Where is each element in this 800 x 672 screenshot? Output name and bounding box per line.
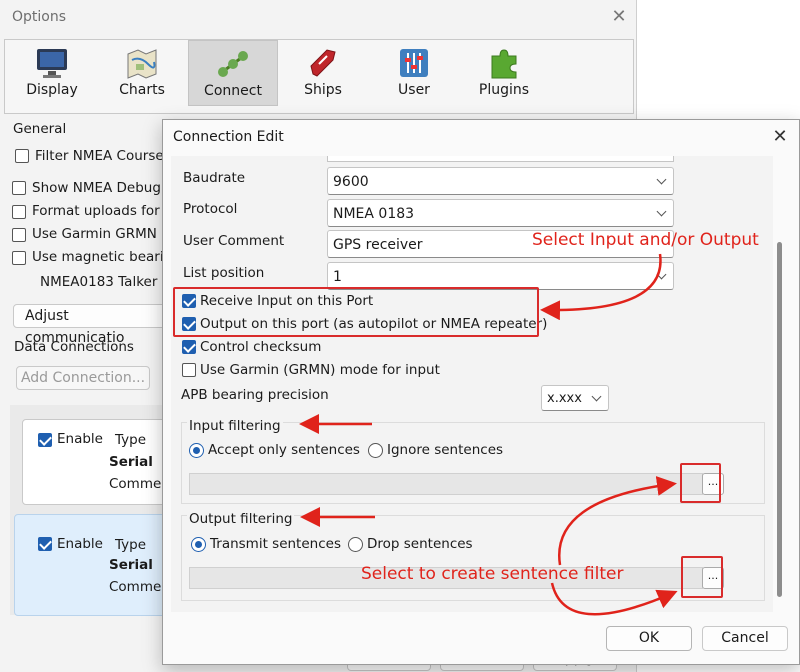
dialog-title: Connection Edit bbox=[173, 129, 284, 145]
list-position-label: List position bbox=[183, 265, 265, 281]
toolbar-plugins[interactable]: Plugins bbox=[459, 40, 549, 106]
options-close-icon[interactable]: ✕ bbox=[606, 4, 632, 30]
ignore-sentences-radio[interactable] bbox=[368, 443, 383, 458]
show-nmea-debug-checkbox[interactable] bbox=[12, 181, 26, 195]
user-comment-label: User Comment bbox=[183, 233, 285, 249]
card-enable-label: Enable bbox=[57, 431, 103, 447]
toolbar-display[interactable]: Display bbox=[7, 40, 97, 106]
filter-nmea-checkbox[interactable] bbox=[15, 149, 29, 163]
use-garmin-checkbox[interactable] bbox=[12, 228, 26, 242]
toolbar-charts[interactable]: Charts bbox=[97, 40, 187, 106]
select-io-annotation: Select Input and/or Output bbox=[532, 230, 759, 250]
connection-card-selected[interactable]: Enable Type Serial Comme bbox=[14, 514, 172, 616]
toolbar-label: Plugins bbox=[478, 82, 530, 98]
card-comment: Comme bbox=[109, 579, 162, 595]
cut-off-field bbox=[327, 156, 674, 162]
use-garmin-mode-checkbox[interactable] bbox=[182, 363, 196, 377]
add-connection-button[interactable]: Add Connection... bbox=[16, 366, 150, 390]
card-enable-label: Enable bbox=[57, 536, 103, 552]
apb-precision-label: APB bearing precision bbox=[181, 387, 329, 403]
chevron-down-icon bbox=[656, 269, 667, 280]
ignore-sentences-label: Ignore sentences bbox=[387, 442, 504, 458]
baudrate-value: 9600 bbox=[333, 174, 369, 190]
card-type-label: Type bbox=[115, 537, 147, 553]
drop-sentences-label: Drop sentences bbox=[367, 536, 473, 552]
ship-icon bbox=[310, 49, 336, 77]
talker-id-label: NMEA0183 Talker II bbox=[40, 274, 170, 290]
card-type-value: Serial bbox=[109, 557, 153, 573]
chevron-down-icon bbox=[591, 391, 602, 402]
toolbar-label: User bbox=[398, 82, 430, 98]
format-uploads-label: Format uploads for F bbox=[32, 203, 172, 219]
apb-precision-value: x.xxx bbox=[547, 391, 582, 406]
input-filter-highlight-box bbox=[680, 463, 721, 503]
input-filtering-heading: Input filtering bbox=[187, 418, 283, 434]
drop-sentences-radio[interactable] bbox=[348, 537, 363, 552]
puzzle-icon bbox=[491, 49, 517, 79]
transmit-sentences-label: Transmit sentences bbox=[210, 536, 341, 552]
dialog-ok-button[interactable]: OK bbox=[606, 626, 692, 651]
charts-icon bbox=[127, 49, 157, 79]
output-filter-highlight-box bbox=[681, 556, 723, 598]
select-filter-annotation: Select to create sentence filter bbox=[361, 564, 624, 584]
monitor-icon bbox=[37, 49, 67, 78]
baudrate-label: Baudrate bbox=[183, 170, 246, 186]
apb-precision-select[interactable]: x.xxx bbox=[541, 385, 609, 411]
dialog-scroll-area: Baudrate 9600 Protocol NMEA 0183 User Co… bbox=[171, 156, 773, 612]
use-magnetic-label: Use magnetic bearin bbox=[32, 249, 173, 265]
list-position-value: 1 bbox=[333, 269, 342, 285]
dialog-scrollbar[interactable] bbox=[775, 160, 785, 608]
user-settings-icon bbox=[400, 49, 428, 77]
input-filtering-group: Input filtering Accept only sentences Ig… bbox=[181, 418, 765, 504]
toolbar-label: Ships bbox=[304, 82, 342, 98]
accept-only-radio[interactable] bbox=[189, 443, 204, 458]
toolbar-label: Display bbox=[26, 82, 78, 98]
output-filtering-group: Output filtering Transmit sentences Drop… bbox=[181, 511, 765, 601]
general-heading: General bbox=[13, 121, 67, 137]
card-type-label: Type bbox=[115, 432, 147, 448]
card-comment: Commer bbox=[109, 476, 167, 492]
toolbar-label: Connect bbox=[204, 83, 262, 99]
user-comment-value: GPS receiver bbox=[333, 237, 423, 253]
use-garmin-mode-label: Use Garmin (GRMN) mode for input bbox=[200, 362, 440, 378]
show-nmea-debug-label: Show NMEA Debug bbox=[32, 180, 161, 196]
control-checksum-label: Control checksum bbox=[200, 339, 322, 355]
transmit-sentences-radio[interactable] bbox=[191, 537, 206, 552]
card-enable-checkbox[interactable] bbox=[38, 537, 52, 551]
io-highlight-box bbox=[173, 287, 539, 337]
chevron-down-icon bbox=[656, 174, 667, 185]
card-enable-checkbox[interactable] bbox=[38, 433, 52, 447]
chevron-down-icon bbox=[656, 206, 667, 217]
output-filtering-heading: Output filtering bbox=[187, 511, 295, 527]
baudrate-select[interactable]: 9600 bbox=[327, 167, 674, 195]
protocol-select[interactable]: NMEA 0183 bbox=[327, 199, 674, 227]
toolbar-label: Charts bbox=[119, 82, 165, 98]
dialog-close-icon[interactable]: ✕ bbox=[767, 124, 793, 150]
connection-card[interactable]: Enable Type Serial Commer bbox=[22, 419, 172, 505]
protocol-label: Protocol bbox=[183, 201, 238, 217]
adjust-communications-button[interactable]: Adjust communicatio bbox=[13, 304, 168, 346]
use-garmin-label: Use Garmin GRMN (I bbox=[32, 226, 171, 242]
dialog-cancel-button[interactable]: Cancel bbox=[702, 626, 788, 651]
connect-icon bbox=[218, 51, 248, 77]
options-toolbar: Display Charts Connect Ships User Plugin… bbox=[4, 39, 634, 114]
scrollbar-thumb[interactable] bbox=[777, 242, 782, 597]
card-type-value: Serial bbox=[109, 454, 153, 470]
protocol-value: NMEA 0183 bbox=[333, 206, 415, 222]
use-magnetic-checkbox[interactable] bbox=[12, 251, 26, 265]
data-connections-heading: Data Connections bbox=[14, 339, 134, 355]
toolbar-ships[interactable]: Ships bbox=[278, 40, 368, 106]
options-title: Options bbox=[12, 9, 67, 25]
list-position-select[interactable]: 1 bbox=[327, 262, 674, 290]
control-checksum-checkbox[interactable] bbox=[182, 340, 196, 354]
input-filter-field[interactable] bbox=[189, 473, 703, 495]
filter-nmea-label: Filter NMEA Course bbox=[35, 148, 164, 164]
toolbar-user[interactable]: User bbox=[369, 40, 459, 106]
toolbar-connect[interactable]: Connect bbox=[188, 40, 278, 106]
format-uploads-checkbox[interactable] bbox=[12, 205, 26, 219]
accept-only-label: Accept only sentences bbox=[208, 442, 360, 458]
